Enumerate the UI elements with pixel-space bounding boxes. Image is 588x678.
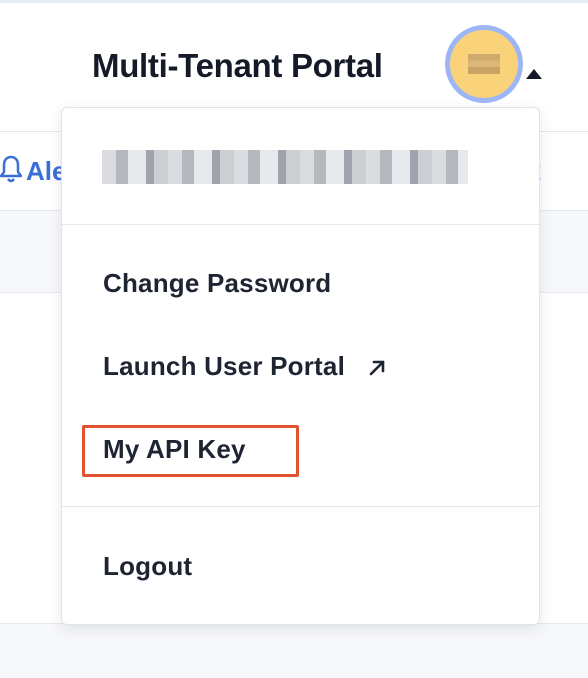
menu-item-change-password[interactable]: Change Password <box>103 268 331 299</box>
menu-item-my-api-key[interactable]: My API Key <box>103 434 246 465</box>
external-link-icon <box>370 360 385 376</box>
menu-divider <box>62 224 539 225</box>
background-footer <box>0 623 588 678</box>
page: Multi-Tenant Portal Ale t Change Passwor… <box>0 0 588 678</box>
menu-item-label: Launch User Portal <box>103 351 345 381</box>
menu-item-logout[interactable]: Logout <box>103 551 192 582</box>
caret-up-icon[interactable] <box>526 69 542 79</box>
portal-title: Multi-Tenant Portal <box>92 47 383 84</box>
avatar-initials-redacted <box>468 54 500 74</box>
user-email-redacted <box>102 150 468 184</box>
user-menu-dropdown: Change Password Launch User Portal My AP… <box>61 107 540 625</box>
bell-icon[interactable] <box>0 154 22 184</box>
menu-divider <box>62 506 539 507</box>
user-avatar[interactable] <box>445 25 523 103</box>
menu-item-launch-user-portal[interactable]: Launch User Portal <box>103 351 386 382</box>
